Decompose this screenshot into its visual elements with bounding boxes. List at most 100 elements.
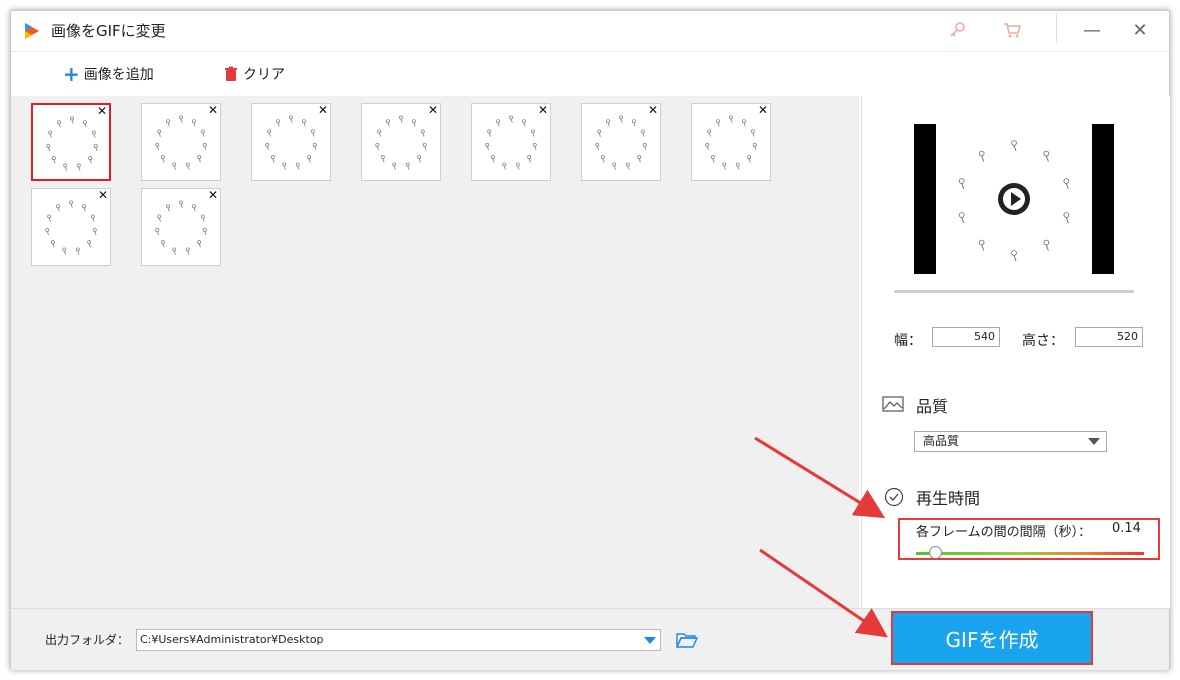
figure-mark	[722, 162, 727, 170]
figure-mark	[82, 204, 86, 212]
figure-mark	[160, 155, 165, 163]
output-path-value: C:¥Users¥Administrator¥Desktop	[140, 633, 324, 646]
figure-mark	[282, 162, 287, 170]
figure-mark	[192, 204, 196, 212]
thumbnail[interactable]: ✕	[31, 188, 111, 266]
figure-mark	[399, 115, 403, 123]
interval-label: 各フレームの間の間隔（秒）：	[916, 525, 1092, 540]
figure-mark	[707, 129, 712, 137]
figure-mark	[172, 247, 177, 255]
figure-mark	[312, 142, 317, 151]
figure-mark	[295, 162, 300, 170]
figure-mark	[619, 115, 623, 123]
width-input[interactable]: 540	[932, 327, 1000, 347]
add-image-button[interactable]: + 画像を追加	[63, 64, 154, 84]
interval-slider-track[interactable]	[916, 552, 1144, 555]
figure-mark	[600, 155, 605, 163]
figure-mark	[490, 155, 495, 163]
cart-icon[interactable]	[1001, 19, 1023, 41]
play-icon[interactable]	[996, 181, 1032, 217]
thumbnail[interactable]: ✕	[141, 103, 221, 181]
figure-mark	[76, 163, 81, 171]
figure-mark	[48, 130, 53, 138]
figure-mark	[1063, 212, 1070, 224]
image-quality-icon	[882, 396, 904, 412]
thumbnail[interactable]: ✕	[31, 103, 111, 181]
app-window: 画像をGIFに変更 — ✕ + 画像を追加 クリア ✕ ✕ ✕ ✕ ✕ ✕ ✕ …	[10, 10, 1170, 670]
thumbnail-image	[485, 115, 537, 170]
figure-mark	[155, 142, 160, 151]
thumbnail-image	[45, 200, 97, 255]
thumbnail[interactable]: ✕	[141, 188, 221, 266]
figure-mark	[978, 150, 985, 162]
minimize-button[interactable]: —	[1079, 19, 1105, 43]
figure-mark	[202, 142, 207, 151]
figure-mark	[417, 155, 422, 163]
figure-mark	[166, 204, 170, 212]
close-button[interactable]: ✕	[1127, 19, 1153, 43]
thumbnail-image	[155, 200, 207, 255]
figure-mark	[527, 155, 532, 163]
figure-mark	[530, 129, 535, 137]
settings-panel: 幅： 540 高さ： 520 品質 高品質 再生時間 各フレームの間の間隔（秒）…	[861, 96, 1170, 608]
app-logo-icon	[25, 23, 39, 39]
figure-mark	[200, 214, 205, 222]
figure-mark	[270, 155, 275, 163]
height-input[interactable]: 520	[1075, 327, 1143, 347]
figure-mark	[267, 129, 272, 137]
figure-mark	[310, 129, 315, 137]
clock-icon	[884, 487, 904, 507]
gif-preview[interactable]	[914, 124, 1114, 274]
figure-mark	[978, 239, 985, 251]
thumbnail[interactable]: ✕	[361, 103, 441, 181]
clear-label: クリア	[243, 67, 285, 83]
figure-mark	[45, 227, 50, 236]
output-folder-label: 出力フォルダ：	[45, 633, 130, 647]
figure-mark	[1011, 140, 1017, 152]
thumbnail-image	[155, 115, 207, 170]
preview-progress-bar[interactable]	[894, 290, 1134, 293]
figure-mark	[958, 178, 965, 190]
figure-mark	[716, 119, 720, 127]
figure-mark	[532, 142, 537, 151]
figure-mark	[155, 227, 160, 236]
thumbnail[interactable]: ✕	[471, 103, 551, 181]
figure-mark	[1063, 178, 1070, 190]
figure-mark	[179, 115, 183, 123]
thumbnail-image	[46, 116, 98, 171]
height-label: 高さ：	[1022, 333, 1064, 349]
clear-button[interactable]: クリア	[223, 64, 285, 84]
chevron-down-icon[interactable]	[644, 637, 656, 644]
figure-mark	[57, 120, 61, 128]
quality-selected-value: 高品質	[923, 434, 960, 448]
figure-mark	[1043, 239, 1050, 251]
thumbnail[interactable]: ✕	[581, 103, 661, 181]
figure-mark	[502, 162, 507, 170]
thumbnail[interactable]: ✕	[251, 103, 331, 181]
figure-mark	[197, 155, 202, 163]
window-title: 画像をGIFに変更	[51, 22, 166, 40]
figure-mark	[289, 115, 293, 123]
figure-mark	[172, 162, 177, 170]
figure-mark	[1043, 150, 1050, 162]
add-image-label: 画像を追加	[83, 67, 154, 83]
figure-mark	[747, 155, 752, 163]
output-path-field[interactable]: C:¥Users¥Administrator¥Desktop	[136, 629, 661, 651]
figure-mark	[522, 119, 526, 127]
key-icon[interactable]	[947, 19, 969, 41]
folder-open-icon[interactable]	[676, 631, 698, 649]
figure-mark	[69, 200, 73, 208]
create-gif-button[interactable]: GIFを作成	[891, 611, 1093, 665]
figure-mark	[485, 142, 490, 151]
figure-mark	[56, 204, 60, 212]
figure-mark	[75, 247, 80, 255]
figure-mark	[200, 129, 205, 137]
quality-select[interactable]: 高品質	[914, 431, 1107, 452]
figure-mark	[192, 119, 196, 127]
figure-mark	[92, 227, 97, 236]
figure-mark	[202, 227, 207, 236]
figure-mark	[612, 162, 617, 170]
figure-mark	[47, 214, 52, 222]
thumbnail[interactable]: ✕	[691, 103, 771, 181]
figure-mark	[412, 119, 416, 127]
